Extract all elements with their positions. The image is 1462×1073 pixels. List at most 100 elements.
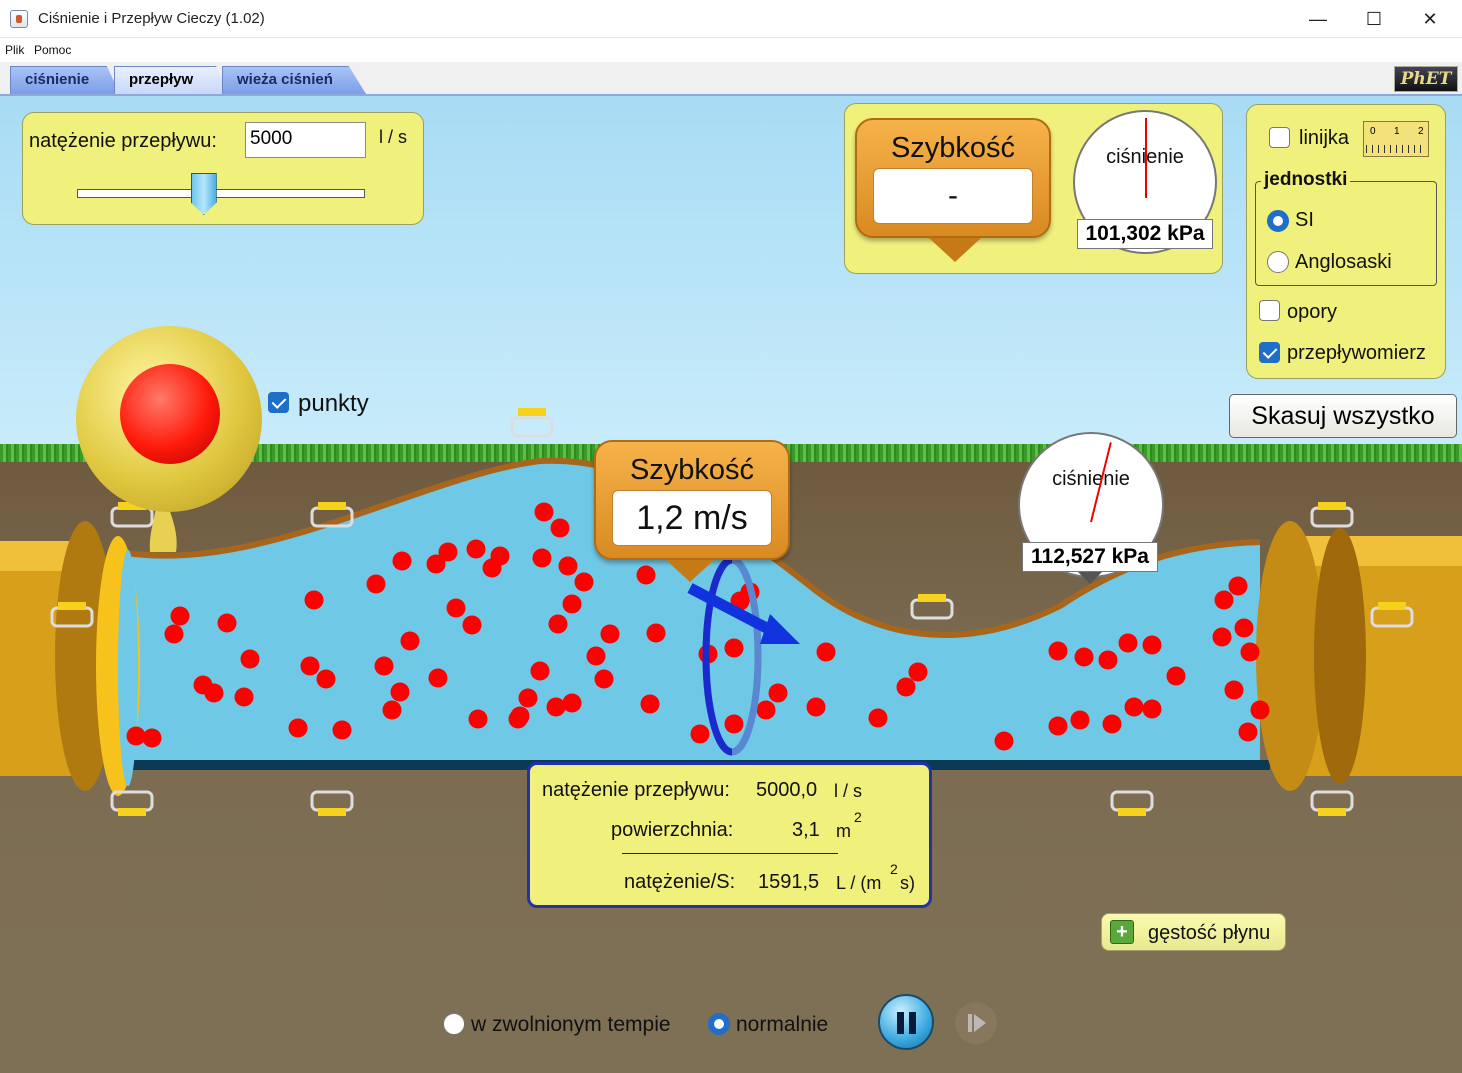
fluid-particle	[1098, 650, 1118, 670]
options-panel: linijka 0 1 2 jednostki SI Anglosaski op…	[1246, 104, 1446, 379]
readout-rate-unit: l / s	[834, 781, 863, 801]
fluid-particle	[574, 572, 594, 592]
flow-rate-input[interactable]: 5000	[245, 122, 366, 158]
pipe-handle[interactable]	[510, 408, 554, 438]
fluid-particle	[530, 661, 550, 681]
fluid-particle	[1250, 700, 1270, 720]
flow-rate-slider-track[interactable]	[77, 189, 365, 198]
fluid-particle	[300, 656, 320, 676]
units-si-radio[interactable]	[1267, 210, 1289, 232]
slow-motion-radio[interactable]	[443, 1013, 465, 1035]
flowmeter-label[interactable]: przepływomierz	[1287, 342, 1426, 365]
pipe-speed-pointer	[666, 560, 714, 582]
phet-logo[interactable]: PhET	[1394, 66, 1458, 92]
pipe-handle[interactable]	[910, 594, 954, 620]
fluid-particle	[646, 623, 666, 643]
friction-label[interactable]: opory	[1287, 301, 1337, 324]
ruler-checkbox[interactable]	[1269, 127, 1290, 148]
right-pipe-flange	[1256, 521, 1462, 791]
friction-checkbox[interactable]	[1259, 300, 1280, 321]
fluid-particle	[806, 697, 826, 717]
fluid-particle	[332, 720, 352, 740]
fluid-particle	[1214, 590, 1234, 610]
pipe-speed-value: 1,2 m/s	[612, 490, 772, 546]
fluid-particle	[288, 718, 308, 738]
fluid-particle	[438, 542, 458, 562]
fluid-particle	[490, 546, 510, 566]
tab-water-tower[interactable]: wieża ciśnień	[222, 66, 366, 94]
pipe-speed-meter[interactable]: Szybkość 1,2 m/s	[594, 440, 790, 560]
units-si-label[interactable]: SI	[1295, 209, 1314, 232]
units-english-label[interactable]: Anglosaski	[1295, 251, 1392, 274]
fluid-particle	[640, 694, 660, 714]
fluid-particle	[126, 726, 146, 746]
flow-rate-slider-thumb[interactable]	[190, 173, 217, 215]
fluid-particle	[1224, 680, 1244, 700]
fluid-particle	[462, 615, 482, 635]
fluid-particle	[896, 677, 916, 697]
ruler-tick-1: 1	[1394, 126, 1400, 137]
fluid-particle	[868, 708, 888, 728]
menu-bar: Plik Pomoc	[0, 38, 1462, 62]
ruler-ticks	[1366, 145, 1426, 153]
ruler-icon: 0 1 2	[1363, 121, 1429, 157]
fluid-particle	[548, 614, 568, 634]
fluid-particle	[816, 642, 836, 662]
tab-pressure[interactable]: ciśnienie	[10, 66, 120, 94]
dots-label[interactable]: punkty	[298, 390, 369, 418]
close-button[interactable]: ✕	[1402, 0, 1458, 38]
readout-flux-unit-b: s)	[900, 873, 915, 893]
readout-divider	[622, 853, 838, 854]
dots-checkbox[interactable]	[268, 392, 289, 413]
step-icon-arrow	[974, 1014, 986, 1032]
minimize-button[interactable]: —	[1290, 0, 1346, 38]
fluid-particle	[1048, 716, 1068, 736]
menu-help[interactable]: Pomoc	[34, 43, 71, 57]
left-pipe-flange	[0, 521, 140, 796]
fluid-particle	[234, 687, 254, 707]
fluid-particle	[532, 548, 552, 568]
fluid-particle	[392, 551, 412, 571]
fluid-particle	[550, 518, 570, 538]
ruler-label[interactable]: linijka	[1299, 127, 1349, 150]
fluid-particle	[304, 590, 324, 610]
units-english-radio[interactable]	[1267, 251, 1289, 273]
fluid-particle	[142, 728, 162, 748]
pause-button[interactable]	[878, 994, 934, 1050]
fluid-particle	[446, 598, 466, 618]
speed-meter-value: -	[873, 168, 1033, 224]
pipe-handle[interactable]	[1310, 790, 1354, 816]
pipe-handle[interactable]	[1310, 502, 1354, 528]
fluid-density-label: gęstość płynu	[1148, 922, 1271, 944]
readout-area-label: powierzchnia:	[611, 819, 734, 841]
fluid-particle	[586, 646, 606, 666]
menu-file[interactable]: Plik	[5, 43, 24, 57]
maximize-button[interactable]: ☐	[1346, 0, 1402, 38]
ruler-tick-2: 2	[1418, 126, 1424, 137]
readout-area-unit: m	[836, 821, 851, 841]
fluid-particle	[724, 638, 744, 658]
fluid-density-button[interactable]: + gęstość płynu	[1101, 913, 1286, 951]
readout-flux-unit-a: L / (m	[836, 873, 882, 893]
fluid-particle	[518, 688, 538, 708]
speed-meter-tool[interactable]: Szybkość -	[855, 118, 1051, 238]
tab-flow[interactable]: przepływ	[114, 66, 230, 94]
fluid-particle	[366, 574, 386, 594]
faucet-red-button[interactable]	[120, 364, 220, 464]
slow-motion-label[interactable]: w zwolnionym tempie	[471, 1013, 671, 1037]
pause-icon	[897, 1012, 904, 1034]
normal-speed-label[interactable]: normalnie	[736, 1013, 828, 1037]
step-button[interactable]	[955, 1002, 997, 1044]
fluid-particle	[1238, 722, 1258, 742]
reset-all-button[interactable]: Skasuj wszystko	[1229, 394, 1457, 438]
pipe-handle[interactable]	[1110, 790, 1154, 816]
fluid-particle	[636, 565, 656, 585]
fluid-particle	[1166, 666, 1186, 686]
readout-flux-label: natężenie/S:	[624, 871, 736, 893]
flowmeter-checkbox[interactable]	[1259, 342, 1280, 363]
readout-flux-exponent: 2	[890, 861, 898, 877]
pipe-handle[interactable]	[310, 790, 354, 816]
fluid-particle	[316, 669, 336, 689]
pipe-gauge-pointer	[1078, 572, 1102, 584]
normal-speed-radio[interactable]	[708, 1013, 730, 1035]
